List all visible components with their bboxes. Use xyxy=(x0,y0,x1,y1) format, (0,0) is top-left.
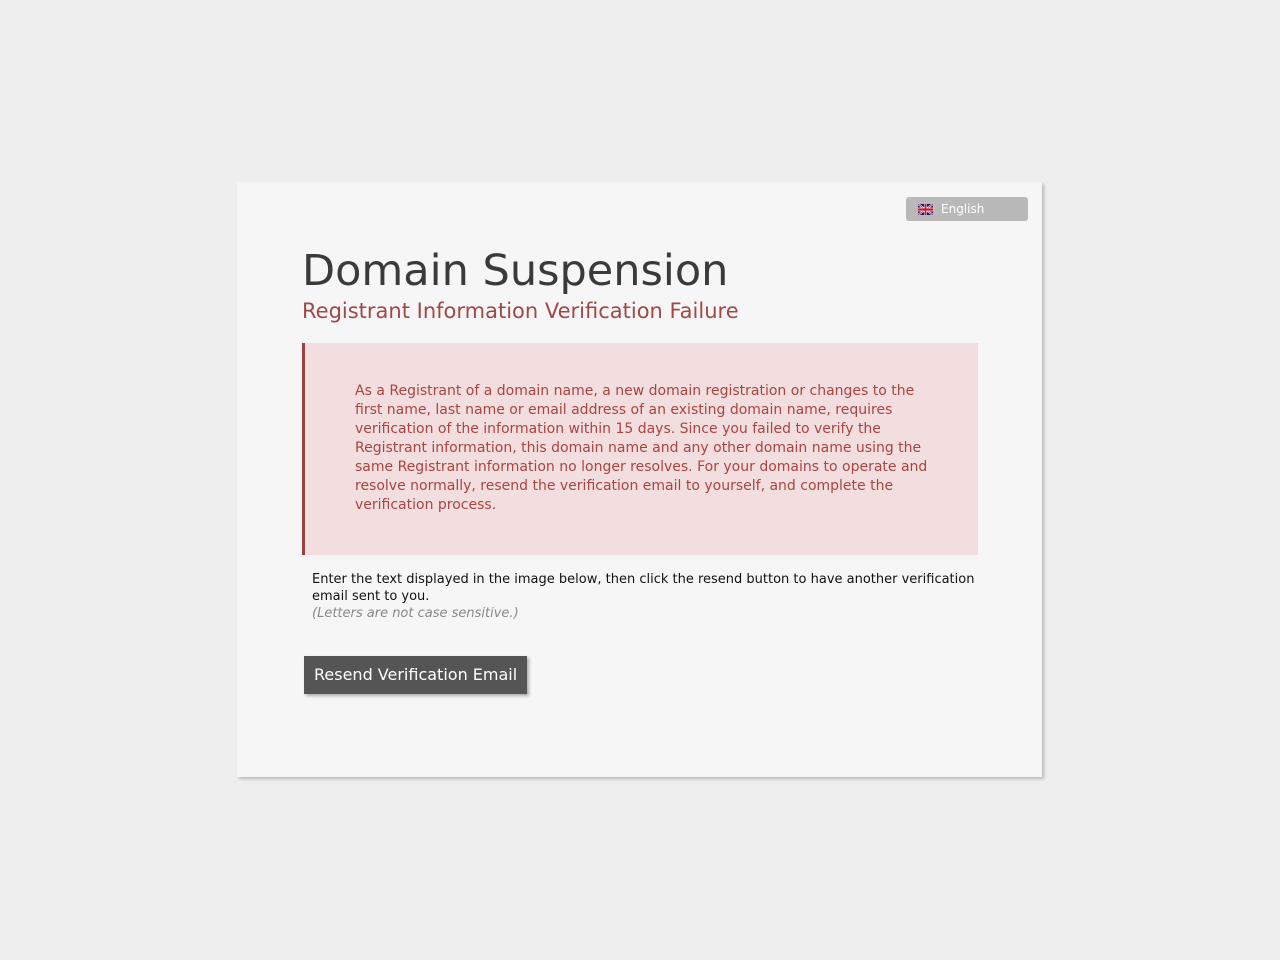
resend-instructions: Enter the text displayed in the image be… xyxy=(312,572,975,604)
page-subtitle: Registrant Information Verification Fail… xyxy=(302,299,739,323)
page-title: Domain Suspension xyxy=(302,246,729,296)
suspension-alert: As a Registrant of a domain name, a new … xyxy=(302,343,978,555)
suspension-card: English Domain Suspension Registrant Inf… xyxy=(237,182,1042,777)
resend-verification-button[interactable]: Resend Verification Email xyxy=(304,656,528,694)
uk-flag-icon xyxy=(918,203,933,215)
language-selector[interactable]: English xyxy=(906,197,1028,221)
alert-message: As a Registrant of a domain name, a new … xyxy=(355,383,928,513)
case-sensitivity-note: (Letters are not case sensitive.) xyxy=(312,606,519,621)
language-label: English xyxy=(941,202,985,216)
